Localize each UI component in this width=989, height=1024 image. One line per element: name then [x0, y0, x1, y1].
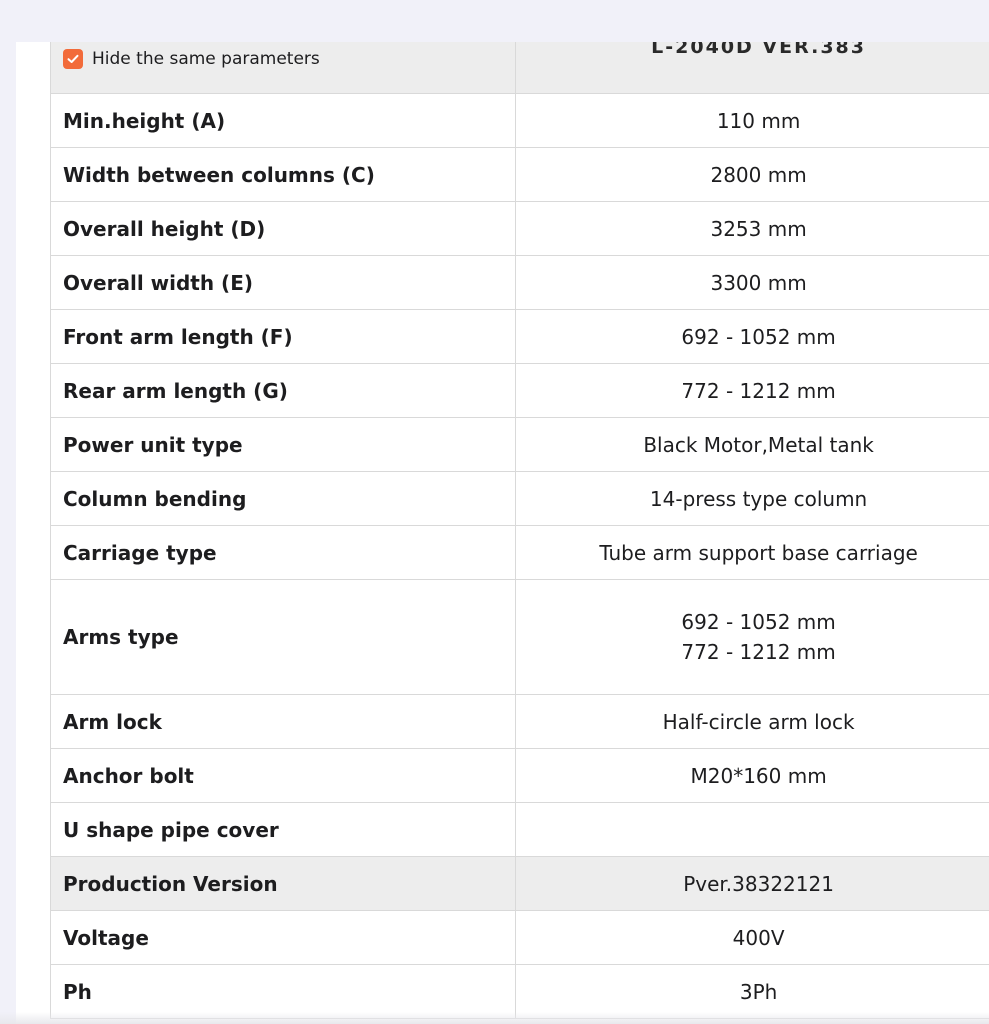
hide-same-parameters-label[interactable]: Hide the same parameters	[92, 49, 320, 69]
parameter-value: Black Motor,Metal tank	[516, 418, 989, 471]
checkbox-checked-icon[interactable]	[63, 49, 83, 69]
parameter-name: Overall width (E)	[51, 256, 517, 309]
parameter-value-line: Pver.38322121	[683, 871, 834, 896]
parameter-value: 692 - 1052 mm	[516, 310, 989, 363]
parameter-name: Column bending	[51, 472, 517, 525]
table-row: Arms type 692 - 1052 mm 772 - 1212 mm	[51, 580, 989, 695]
parameter-value: 772 - 1212 mm	[516, 364, 989, 417]
parameter-value: M20*160 mm	[516, 749, 989, 802]
table-row: Rear arm length (G) 772 - 1212 mm	[51, 364, 989, 418]
parameter-name: Voltage	[51, 911, 517, 964]
table-row: Production Version Pver.38322121	[51, 857, 989, 911]
parameter-value-line: 3253 mm	[710, 216, 807, 241]
parameter-value-line: Half-circle arm lock	[662, 709, 855, 734]
parameter-name: U shape pipe cover	[51, 803, 517, 856]
left-gutter	[0, 42, 16, 1024]
parameter-value-line: 3Ph	[739, 979, 778, 1004]
parameter-value-line: Tube arm support base carriage	[599, 540, 918, 565]
spec-panel: Hide the same parameters L-2040D VER.383…	[16, 42, 989, 1024]
table-row: Power unit type Black Motor,Metal tank	[51, 418, 989, 472]
parameter-name: Anchor bolt	[51, 749, 517, 802]
parameter-name: Arm lock	[51, 695, 517, 748]
parameter-value-line: 2800 mm	[710, 162, 807, 187]
parameter-name: Overall height (D)	[51, 202, 517, 255]
parameter-name: Production Version	[51, 857, 517, 910]
table-row: Front arm length (F) 692 - 1052 mm	[51, 310, 989, 364]
parameter-value: 14-press type column	[516, 472, 989, 525]
table-row: Overall width (E) 3300 mm	[51, 256, 989, 310]
table-body: Min.height (A) 110 mm Width between column…	[51, 94, 989, 1019]
table-row: Carriage type Tube arm support base carri…	[51, 526, 989, 580]
parameter-value: Half-circle arm lock	[516, 695, 989, 748]
parameter-value-line: Black Motor,Metal tank	[643, 432, 874, 457]
parameter-name: Carriage type	[51, 526, 517, 579]
table-row: U shape pipe cover	[51, 803, 989, 857]
parameter-value: 692 - 1052 mm 772 - 1212 mm	[516, 580, 989, 694]
table-row: Arm lock Half-circle arm lock	[51, 695, 989, 749]
parameter-value: 3300 mm	[516, 256, 989, 309]
parameter-value: Tube arm support base carriage	[516, 526, 989, 579]
parameter-name: Arms type	[51, 580, 517, 694]
table-row: Anchor bolt M20*160 mm	[51, 749, 989, 803]
table-row: Ph 3Ph	[51, 965, 989, 1019]
parameter-value: 3Ph	[516, 965, 989, 1018]
parameter-value-line: 14-press type column	[649, 486, 868, 511]
parameter-value: 400V	[516, 911, 989, 964]
table-row: Min.height (A) 110 mm	[51, 94, 989, 148]
parameter-value-line: 692 - 1052 mm	[681, 610, 836, 634]
parameter-value-line: 772 - 1212 mm	[681, 640, 836, 664]
hide-same-parameters-toggle[interactable]: Hide the same parameters	[51, 42, 517, 93]
parameter-value-line: 692 - 1052 mm	[681, 324, 836, 349]
spec-table: Hide the same parameters L-2040D VER.383…	[50, 42, 989, 1019]
top-bar	[0, 0, 989, 42]
table-header-row: Hide the same parameters L-2040D VER.383	[51, 42, 989, 94]
parameter-value: 3253 mm	[516, 202, 989, 255]
parameter-value	[516, 803, 989, 856]
model-column-header: L-2040D VER.383	[651, 42, 866, 58]
parameter-name: Min.height (A)	[51, 94, 517, 147]
bottom-shadow	[0, 1012, 989, 1024]
parameter-value-line: 3300 mm	[710, 270, 807, 295]
parameter-value: 2800 mm	[516, 148, 989, 201]
table-row: Overall height (D) 3253 mm	[51, 202, 989, 256]
table-row: Width between columns (C) 2800 mm	[51, 148, 989, 202]
parameter-name: Power unit type	[51, 418, 517, 471]
table-row: Column bending 14-press type column	[51, 472, 989, 526]
parameter-value: Pver.38322121	[516, 857, 989, 910]
parameter-name: Ph	[51, 965, 517, 1018]
parameter-value-line: 110 mm	[716, 108, 801, 133]
parameter-name: Width between columns (C)	[51, 148, 517, 201]
table-row: Voltage 400V	[51, 911, 989, 965]
parameter-name: Front arm length (F)	[51, 310, 517, 363]
parameter-value-line: M20*160 mm	[690, 763, 827, 788]
parameter-value-line: 772 - 1212 mm	[681, 378, 836, 403]
parameter-value-line: 400V	[732, 925, 785, 950]
parameter-value: 110 mm	[516, 94, 989, 147]
parameter-name: Rear arm length (G)	[51, 364, 517, 417]
